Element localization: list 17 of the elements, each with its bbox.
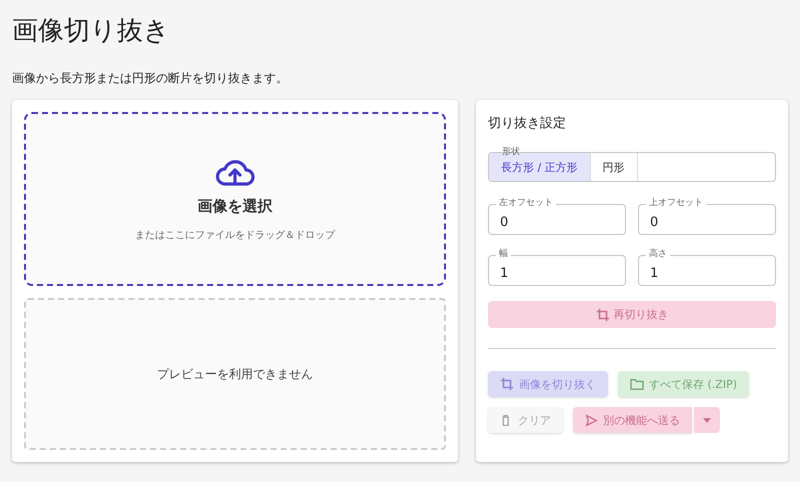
dropzone[interactable]: 画像を選択 またはここにファイルをドラッグ＆ドロップ bbox=[24, 112, 446, 286]
preview-message: プレビューを利用できません bbox=[157, 366, 313, 382]
page-description: 画像から長方形または円形の断片を切り抜きます。 bbox=[12, 70, 289, 86]
field-label: 左オフセット bbox=[496, 197, 556, 209]
crop-icon bbox=[596, 308, 610, 322]
settings-title: 切り抜き設定 bbox=[488, 115, 567, 132]
caret-icon bbox=[703, 418, 711, 422]
field-label: 高さ bbox=[646, 248, 670, 260]
field-label: 上オフセット bbox=[646, 197, 706, 209]
folder-icon bbox=[630, 378, 644, 390]
dropzone-hint: またはここにファイルをドラッグ＆ドロップ bbox=[135, 228, 335, 242]
dropzone-title: 画像を選択 bbox=[198, 196, 272, 216]
dropdown-button[interactable] bbox=[694, 407, 720, 433]
send-icon bbox=[585, 414, 598, 426]
page-title: 画像切り抜き bbox=[12, 15, 171, 48]
field-label: 幅 bbox=[496, 248, 511, 260]
crop-icon bbox=[500, 377, 514, 391]
